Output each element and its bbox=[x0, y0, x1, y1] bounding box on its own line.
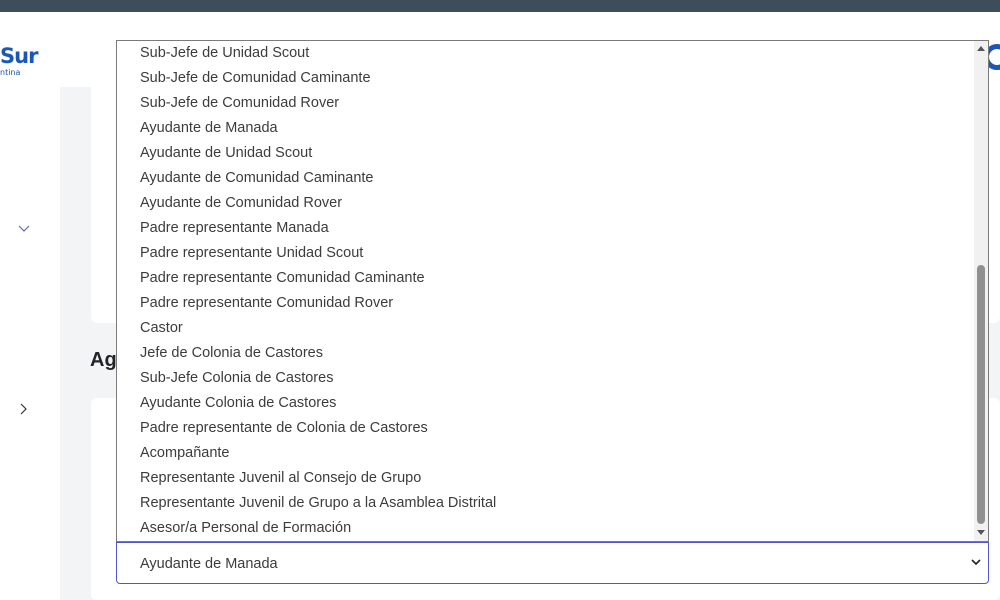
top-bar bbox=[0, 0, 1000, 12]
dropdown-option[interactable]: Sub-Jefe de Comunidad Rover bbox=[117, 91, 973, 116]
select-caret-icon bbox=[971, 559, 981, 566]
scrollbar[interactable] bbox=[974, 41, 988, 541]
chevron-down-icon[interactable] bbox=[18, 225, 30, 233]
dropdown-option[interactable]: Sub-Jefe de Unidad Scout bbox=[117, 41, 973, 66]
dropdown-option[interactable]: Padre representante Comunidad Caminante bbox=[117, 266, 973, 291]
dropdown-option[interactable]: Ayudante de Comunidad Caminante bbox=[117, 166, 973, 191]
logo-main-text: Sur bbox=[0, 44, 38, 68]
dropdown-option[interactable]: Ayudante de Comunidad Rover bbox=[117, 191, 973, 216]
logo-sub-text: ntina bbox=[0, 68, 21, 77]
dropdown-option[interactable]: Padre representante Comunidad Rover bbox=[117, 291, 973, 316]
dropdown-option[interactable]: Ayudante Colonia de Castores bbox=[117, 391, 973, 416]
brand-logo[interactable]: Sur ntina bbox=[0, 44, 38, 77]
dropdown-option[interactable]: Representante Juvenil al Consejo de Grup… bbox=[117, 466, 973, 491]
role-dropdown-list[interactable]: Sub-Jefe de Unidad Scout Sub-Jefe de Comu… bbox=[116, 40, 989, 542]
dropdown-option[interactable]: Sub-Jefe Colonia de Castores bbox=[117, 366, 973, 391]
section-heading: Ag bbox=[90, 349, 117, 371]
dropdown-option[interactable]: Asesor/a Personal de Formación bbox=[117, 516, 973, 541]
dropdown-option[interactable]: Jefe de Colonia de Castores bbox=[117, 341, 973, 366]
dropdown-option[interactable]: Castor bbox=[117, 316, 973, 341]
dropdown-option[interactable]: Ayudante de Unidad Scout bbox=[117, 141, 973, 166]
chevron-right-icon[interactable] bbox=[20, 403, 28, 415]
sidebar bbox=[0, 87, 60, 600]
dropdown-option[interactable]: Padre representante de Colonia de Castor… bbox=[117, 416, 973, 441]
scroll-up-arrow-icon[interactable] bbox=[977, 46, 985, 51]
role-select[interactable]: Ayudante de Manada bbox=[116, 542, 989, 584]
dropdown-option[interactable]: Acompañante bbox=[117, 441, 973, 466]
dropdown-option[interactable]: Padre representante Manada bbox=[117, 216, 973, 241]
scroll-down-arrow-icon[interactable] bbox=[977, 530, 985, 535]
role-select-value: Ayudante de Manada bbox=[140, 556, 278, 572]
dropdown-option[interactable]: Ayudante de Manada bbox=[117, 116, 973, 141]
scrollbar-thumb[interactable] bbox=[977, 265, 985, 524]
dropdown-option[interactable]: Representante Juvenil de Grupo a la Asam… bbox=[117, 491, 973, 516]
dropdown-option[interactable]: Padre representante Unidad Scout bbox=[117, 241, 973, 266]
options-list: Sub-Jefe de Unidad Scout Sub-Jefe de Comu… bbox=[117, 41, 973, 541]
dropdown-option[interactable]: Sub-Jefe de Comunidad Caminante bbox=[117, 66, 973, 91]
